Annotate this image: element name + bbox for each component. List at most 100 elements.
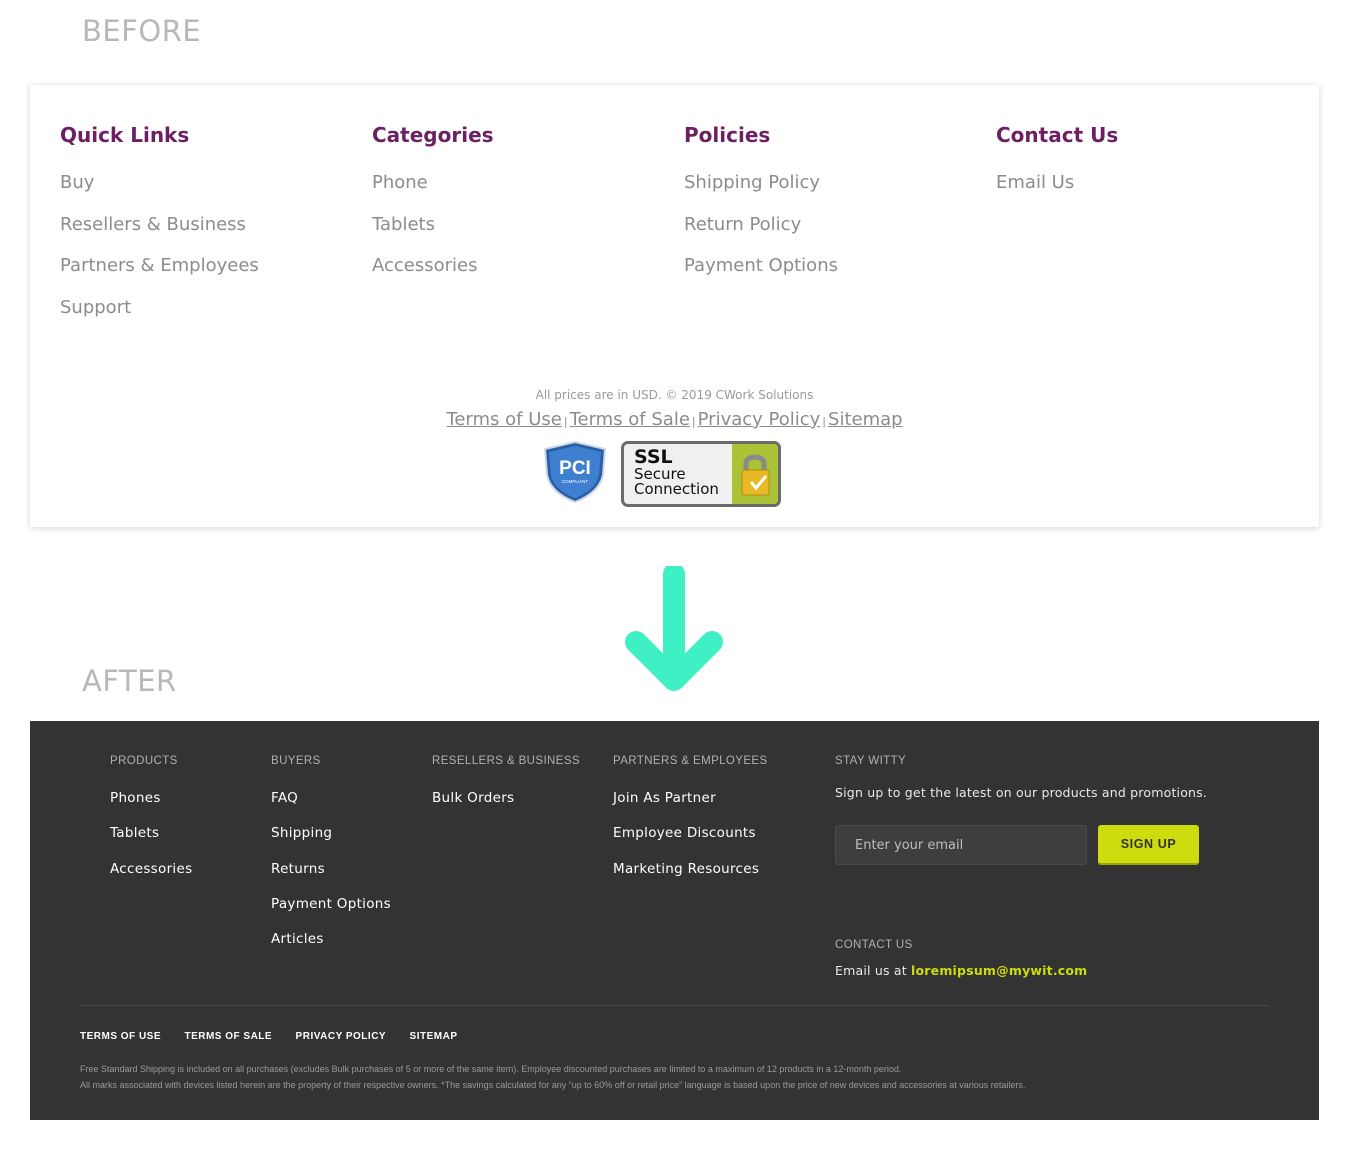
contact-line: Email us at loremipsum@mywit.com xyxy=(835,963,1087,978)
footer-link-tablets[interactable]: Tablets xyxy=(110,825,159,841)
column-title: PRODUCTS xyxy=(110,755,178,767)
column-title: BUYERS xyxy=(271,755,321,767)
column-title: RESELLERS & BUSINESS xyxy=(432,755,580,767)
footer-column-contact: Contact Us Email Us xyxy=(996,123,1118,213)
list-item: Shipping xyxy=(271,824,391,859)
link-separator: | xyxy=(822,415,827,428)
trust-badges: PCI COMPLIANT SSL Secure Connection xyxy=(542,441,782,509)
footer-link-shipping-policy[interactable]: Shipping Policy xyxy=(684,172,820,193)
list-item: FAQ xyxy=(271,789,391,824)
list-item: Bulk Orders xyxy=(432,789,580,824)
footer-link-returns[interactable]: Returns xyxy=(271,861,325,877)
list-item: Articles xyxy=(271,930,391,965)
link-separator: | xyxy=(563,415,568,428)
newsletter-form: SIGN UP xyxy=(835,825,1255,867)
footer-column-policies: Policies Shipping Policy Return Policy P… xyxy=(684,123,838,296)
list-item: Phone xyxy=(372,171,494,213)
list-item: Partners & Employees xyxy=(60,254,259,296)
ssl-line: Connection xyxy=(634,480,719,498)
footer-column-resellers: RESELLERS & BUSINESS Bulk Orders xyxy=(432,755,580,824)
column-title: Contact Us xyxy=(996,123,1119,147)
footer-link-return-policy[interactable]: Return Policy xyxy=(684,214,801,235)
fine-print-line: Free Standard Shipping is included on al… xyxy=(80,1064,902,1074)
footer-link-payment-options[interactable]: Payment Options xyxy=(271,896,391,912)
pci-compliant-icon: PCI COMPLIANT xyxy=(543,441,607,503)
footer-column-categories: Categories Phone Tablets Accessories xyxy=(372,123,494,296)
column-title: Quick Links xyxy=(60,123,190,147)
copyright-text: All prices are in USD. © 2019 CWork Solu… xyxy=(535,388,814,402)
sitemap-link[interactable]: SITEMAP xyxy=(410,1031,458,1042)
fine-print-line: All marks associated with devices listed… xyxy=(80,1080,1026,1090)
newsletter-title: STAY WITTY xyxy=(835,755,907,767)
list-item: Support xyxy=(60,296,259,338)
padlock-icon xyxy=(732,444,778,504)
terms-of-use-link[interactable]: Terms of Use xyxy=(446,409,561,430)
footer-link-phone[interactable]: Phone xyxy=(372,172,428,193)
new-footer: PRODUCTS Phones Tablets Accessories BUYE… xyxy=(30,721,1319,1120)
footer-column-partners: PARTNERS & EMPLOYEES Join As Partner Emp… xyxy=(613,755,768,895)
footer-link-join-as-partner[interactable]: Join As Partner xyxy=(613,790,716,806)
footer-column-products: PRODUCTS Phones Tablets Accessories xyxy=(110,755,192,895)
footer-link-articles[interactable]: Articles xyxy=(271,931,324,947)
footer-link-partners[interactable]: Partners & Employees xyxy=(60,255,259,276)
footer-link-resellers[interactable]: Resellers & Business xyxy=(60,214,246,235)
legal-links: TERMS OF USE TERMS OF SALE PRIVACY POLIC… xyxy=(80,1026,477,1044)
arrow-down-icon xyxy=(625,566,723,691)
footer-link-employee-discounts[interactable]: Employee Discounts xyxy=(613,825,756,841)
contact-title: CONTACT US xyxy=(835,939,913,951)
list-item: Resellers & Business xyxy=(60,213,259,255)
contact-email-link[interactable]: loremipsum@mywit.com xyxy=(911,963,1087,978)
terms-of-sale-link[interactable]: Terms of Sale xyxy=(570,409,690,430)
list-item: Tablets xyxy=(372,213,494,255)
pci-text: PCI xyxy=(559,458,591,479)
ssl-secure-badge: SSL Secure Connection xyxy=(621,441,781,507)
column-title: Categories xyxy=(372,123,494,147)
contact-section: CONTACT US Email us at loremipsum@mywit.… xyxy=(835,939,1087,978)
after-label: AFTER xyxy=(82,664,177,698)
footer-link-tablets[interactable]: Tablets xyxy=(372,214,435,235)
footer-link-shipping[interactable]: Shipping xyxy=(271,825,332,841)
newsletter-description: Sign up to get the latest on our product… xyxy=(835,785,1208,800)
list-item: Accessories xyxy=(110,860,192,895)
pci-subtext: COMPLIANT xyxy=(562,479,589,484)
list-item: Accessories xyxy=(372,254,494,296)
privacy-policy-link[interactable]: PRIVACY POLICY xyxy=(296,1031,387,1042)
column-title: Policies xyxy=(684,123,771,147)
list-item: Return Policy xyxy=(684,213,838,255)
list-item: Tablets xyxy=(110,824,192,859)
footer-link-support[interactable]: Support xyxy=(60,297,131,318)
list-item: Shipping Policy xyxy=(684,171,838,213)
footer-link-payment-options[interactable]: Payment Options xyxy=(684,255,838,276)
list-item: Marketing Resources xyxy=(613,860,768,895)
legal-links: Terms of Use | Terms of Sale | Privacy Polic… xyxy=(30,409,1319,430)
footer-link-accessories[interactable]: Accessories xyxy=(372,255,478,276)
email-input[interactable] xyxy=(835,825,1087,865)
contact-prefix: Email us at xyxy=(835,963,907,978)
link-separator: | xyxy=(691,415,696,428)
footer-link-accessories[interactable]: Accessories xyxy=(110,861,192,877)
footer-link-faq[interactable]: FAQ xyxy=(271,790,298,806)
list-item: Email Us xyxy=(996,171,1118,213)
list-item: Payment Options xyxy=(271,895,391,930)
list-item: Phones xyxy=(110,789,192,824)
footer-link-marketing-resources[interactable]: Marketing Resources xyxy=(613,861,759,877)
old-footer: Quick Links Buy Resellers & Business Par… xyxy=(30,85,1319,527)
before-label: BEFORE xyxy=(82,14,202,48)
footer-divider xyxy=(80,1005,1269,1006)
list-item: Buy xyxy=(60,171,259,213)
list-item: Employee Discounts xyxy=(613,824,768,859)
footer-column-quick-links: Quick Links Buy Resellers & Business Par… xyxy=(60,123,259,337)
footer-link-email-us[interactable]: Email Us xyxy=(996,172,1074,193)
fine-print: Free Standard Shipping is included on al… xyxy=(80,1061,1280,1093)
terms-of-sale-link[interactable]: TERMS OF SALE xyxy=(184,1031,272,1042)
terms-of-use-link[interactable]: TERMS OF USE xyxy=(80,1031,161,1042)
footer-link-buy[interactable]: Buy xyxy=(60,172,94,193)
footer-column-buyers: BUYERS FAQ Shipping Returns Payment Opti… xyxy=(271,755,391,965)
newsletter-signup: STAY WITTY Sign up to get the latest on … xyxy=(835,755,1255,865)
privacy-policy-link[interactable]: Privacy Policy xyxy=(698,409,821,430)
footer-link-bulk-orders[interactable]: Bulk Orders xyxy=(432,790,514,806)
list-item: Payment Options xyxy=(684,254,838,296)
footer-link-phones[interactable]: Phones xyxy=(110,790,161,806)
sign-up-button[interactable]: SIGN UP xyxy=(1098,825,1199,865)
sitemap-link[interactable]: Sitemap xyxy=(828,409,903,430)
